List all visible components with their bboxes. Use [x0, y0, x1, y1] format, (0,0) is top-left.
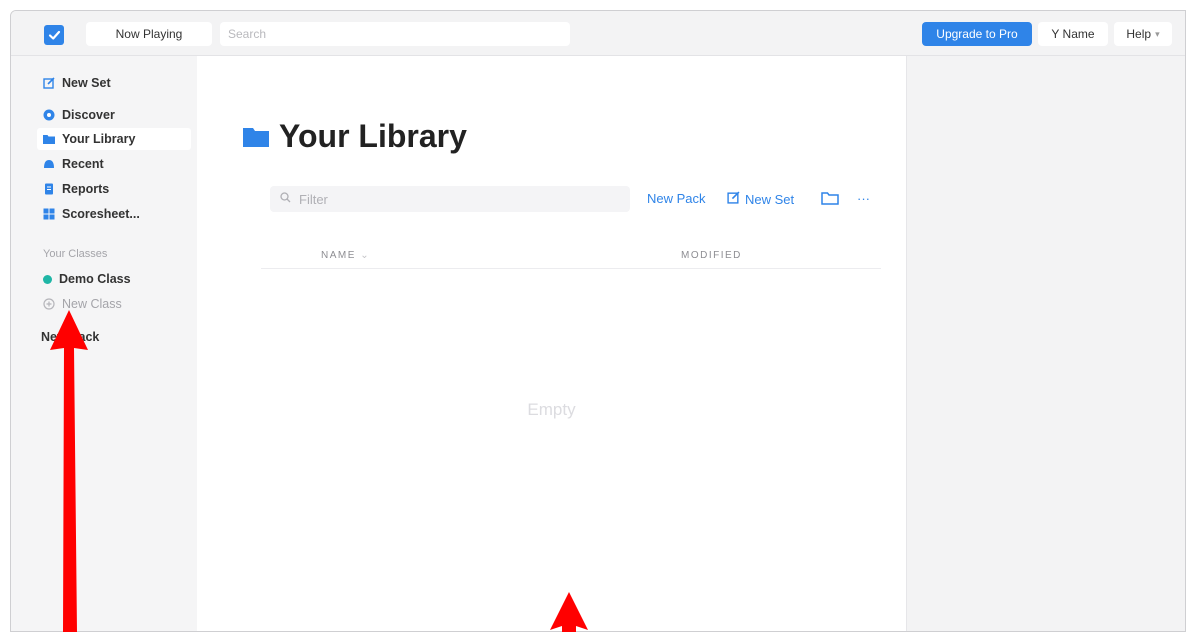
column-header-name[interactable]: NAME ⌄ — [321, 250, 370, 261]
sidebar-item-discover[interactable]: Discover — [37, 104, 191, 126]
scoresheet-icon — [43, 208, 55, 220]
help-menu-button[interactable]: Help ▾ — [1114, 22, 1172, 46]
upgrade-to-pro-button[interactable]: Upgrade to Pro — [922, 22, 1032, 46]
header-divider — [261, 268, 881, 269]
sidebar-item-label: Discover — [62, 108, 115, 122]
sidebar-item-label: Reports — [62, 182, 110, 196]
more-options-button[interactable]: ··· — [857, 191, 870, 206]
sidebar-item-your-library[interactable]: Your Library — [37, 128, 191, 150]
sidebar-item-label: Scoresheet... — [62, 207, 140, 221]
new-pack-label: New Pack — [647, 191, 706, 206]
recent-icon — [43, 158, 55, 170]
now-playing-button[interactable]: Now Playing — [86, 22, 212, 46]
page-title-text: Your Library — [279, 118, 467, 154]
folder-icon — [243, 118, 269, 155]
filter-input[interactable] — [297, 190, 601, 208]
sidebar-item-label: Recent — [62, 157, 104, 171]
sidebar: New Set Discover Your Library Recent Rep… — [11, 56, 197, 631]
sidebar-item-recent[interactable]: Recent — [37, 153, 191, 175]
right-panel — [906, 56, 1185, 631]
class-color-dot — [43, 274, 52, 284]
search-input[interactable] — [220, 22, 570, 46]
red-arrow-annotation-bottom — [550, 592, 588, 632]
app-logo-checkbox-icon[interactable] — [44, 25, 64, 45]
help-label: Help — [1126, 27, 1152, 41]
your-classes-label: Your Classes — [43, 248, 108, 260]
column-header-name-label: NAME — [321, 250, 356, 261]
page-title: Your Library — [243, 118, 467, 155]
add-circle-icon — [43, 298, 55, 310]
folder-icon — [43, 133, 55, 145]
discover-icon — [43, 109, 55, 121]
filter-box[interactable] — [270, 186, 630, 212]
folder-outline-icon — [821, 191, 839, 208]
edit-icon — [727, 191, 740, 207]
sidebar-item-label: Demo Class — [59, 272, 131, 286]
sidebar-item-label: New Class — [62, 297, 122, 311]
reports-icon — [43, 183, 55, 195]
sidebar-item-label: Your Library — [62, 132, 136, 146]
main-content: Your Library New Pack New Set ··· NAM — [197, 56, 906, 631]
chevron-down-icon: ▾ — [1155, 28, 1160, 39]
edit-icon — [43, 77, 55, 89]
sort-chevron-icon: ⌄ — [360, 250, 371, 261]
app-window: Now Playing Upgrade to Pro Y Name Help ▾… — [10, 10, 1186, 632]
sidebar-new-set[interactable]: New Set — [37, 72, 191, 94]
empty-state-text: Empty — [527, 400, 576, 419]
sidebar-item-reports[interactable]: Reports — [37, 178, 191, 200]
column-header-modified[interactable]: MODIFIED — [681, 250, 742, 261]
sidebar-new-set-label: New Set — [62, 76, 111, 90]
new-folder-button[interactable] — [821, 191, 839, 208]
red-arrow-annotation-left — [50, 310, 88, 632]
search-icon — [280, 190, 291, 208]
new-set-label: New Set — [745, 191, 795, 207]
sidebar-class-demo-class[interactable]: Demo Class — [37, 268, 191, 290]
user-name-button[interactable]: Y Name — [1038, 22, 1108, 46]
sidebar-item-scoresheet[interactable]: Scoresheet... — [37, 203, 191, 225]
more-icon: ··· — [857, 191, 870, 206]
new-set-button[interactable]: New Set — [727, 191, 794, 207]
new-pack-button[interactable]: New Pack — [647, 191, 706, 206]
top-bar: Now Playing Upgrade to Pro Y Name Help ▾ — [11, 11, 1185, 56]
